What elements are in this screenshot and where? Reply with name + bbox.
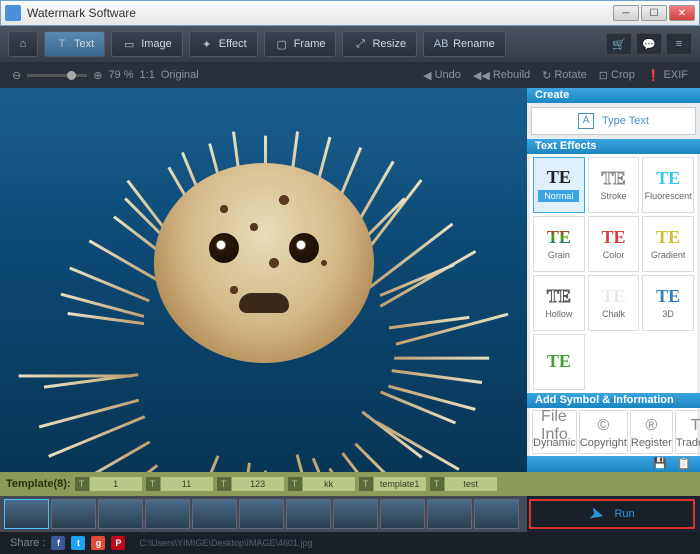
add-symbol-header: Add Symbol & Information [527,393,700,408]
zoom-slider[interactable] [27,74,87,77]
share-bar: Share : f t g P C:\Users\YIMIGE\Desktop\… [0,532,700,554]
symbol-dynamic[interactable]: FileInfoDynamic [532,410,577,454]
zoom-out-button[interactable]: ⊖ [12,69,21,82]
save-as-icon[interactable]: 📋 [676,456,692,472]
template-item[interactable]: T123 [217,477,284,491]
exif-button[interactable]: ❗EXIF [647,69,688,82]
original-button[interactable]: Original [161,69,199,81]
zoom-value: 79 % [108,69,133,81]
thumbnail[interactable] [333,499,378,529]
text-icon: T [55,37,69,51]
main-toolbar: ⌂ TText ▭Image ✦Effect ▢Frame ⤢Resize AB… [0,26,700,62]
rebuild-button[interactable]: ◀◀Rebuild [473,69,530,82]
effect-hollow[interactable]: TEHollow [533,275,585,331]
image-tool-button[interactable]: ▭Image [111,31,183,57]
save-icon[interactable]: 💾 [652,456,668,472]
minimize-button[interactable]: ─ [613,5,639,21]
thumbnail[interactable] [239,499,284,529]
ratio-button[interactable]: 1:1 [140,69,155,81]
effect-fluorescent[interactable]: TEFluorescent [642,157,694,213]
menu-icon: ≡ [676,38,682,50]
sidebar: Create A Type Text Text Effects TENormal… [527,88,700,472]
sub-toolbar: ⊖ ⊕ 79 % 1:1 Original ◀Undo ◀◀Rebuild ↻R… [0,62,700,88]
resize-icon: ⤢ [353,37,367,51]
effect-stroke[interactable]: TEStroke [588,157,640,213]
maximize-button[interactable]: ☐ [641,5,667,21]
crop-button[interactable]: ⊡Crop [599,69,635,82]
effect-color[interactable]: TEColor [588,216,640,272]
cart-button[interactable]: 🛒 [606,33,632,55]
thumbnail[interactable] [286,499,331,529]
thumbnail[interactable] [380,499,425,529]
template-item[interactable]: Tkk [288,477,355,491]
thumbnail[interactable] [145,499,190,529]
template-item[interactable]: T11 [146,477,213,491]
symbol-copyright[interactable]: ©Copyright [579,410,628,454]
frame-tool-button[interactable]: ▢Frame [264,31,337,57]
rename-icon: AB [434,37,448,51]
text-tool-button[interactable]: TText [44,31,105,57]
home-icon: ⌂ [16,37,30,51]
effect-tool-button[interactable]: ✦Effect [189,31,258,57]
symbols-row: FileInfoDynamic©Copyright®RegisterTMTrad… [530,408,697,456]
thumbnail[interactable] [474,499,519,529]
window-title: Watermark Software [27,6,613,20]
rotate-button[interactable]: ↻Rotate [542,69,587,82]
effect-chalk[interactable]: TEChalk [588,275,640,331]
undo-button[interactable]: ◀Undo [423,69,461,82]
app-icon [5,5,21,21]
frame-icon: ▢ [275,37,289,51]
cart-icon: 🛒 [612,38,626,51]
thumbnail[interactable] [98,499,143,529]
text-effects-header: Text Effects [527,139,700,154]
image-icon: ▭ [122,37,136,51]
thumbnail[interactable] [427,499,472,529]
thumbnail[interactable] [51,499,96,529]
thumbnail-strip [0,496,527,532]
rename-tool-button[interactable]: ABRename [423,31,506,57]
titlebar: Watermark Software ─ ☐ ✕ [0,0,700,26]
symbol-register[interactable]: ®Register [630,410,673,454]
templates-bar: Template(8): T1 T11 T123 Tkk Ttemplate1 Ttest [0,472,700,496]
thumbnail[interactable] [192,499,237,529]
run-button[interactable]: ➤ Run [529,499,695,529]
template-item[interactable]: Ttest [430,477,497,491]
create-header: Create [527,88,700,103]
effect-grain[interactable]: TEGrain [533,216,585,272]
image-content [74,93,454,433]
effects-grid: TENormalTEStrokeTEFluorescent TEGrainTECo… [530,154,697,393]
zoom-in-button[interactable]: ⊕ [93,69,102,82]
canvas-preview[interactable] [0,88,527,472]
effect-gradient[interactable]: TEGradient [642,216,694,272]
effect-normal[interactable]: TENormal [533,157,585,213]
template-item[interactable]: T1 [75,477,142,491]
effect-icon: ✦ [200,37,214,51]
type-text-button[interactable]: A Type Text [531,107,696,135]
resize-tool-button[interactable]: ⤢Resize [342,31,417,57]
file-path: C:\Users\YIMIGE\Desktop\IMAGE\4601.jpg [139,538,312,548]
menu-button[interactable]: ≡ [666,33,692,55]
thumbnail[interactable] [4,499,49,529]
template-item[interactable]: Ttemplate1 [359,477,426,491]
share-label: Share : [10,537,45,549]
run-arrow-icon: ➤ [587,502,607,526]
home-button[interactable]: ⌂ [8,31,38,57]
templates-label: Template(8): [6,478,71,490]
text-box-icon: A [578,113,594,129]
effect-3d[interactable]: TE3D [642,275,694,331]
chat-button[interactable]: 💬 [636,33,662,55]
close-button[interactable]: ✕ [669,5,695,21]
save-icons-bar: 💾 📋 [527,456,700,472]
symbol-trademark[interactable]: TMTrademark [675,410,700,454]
effect-extra[interactable]: TE [533,334,585,390]
chat-icon: 💬 [642,38,656,51]
